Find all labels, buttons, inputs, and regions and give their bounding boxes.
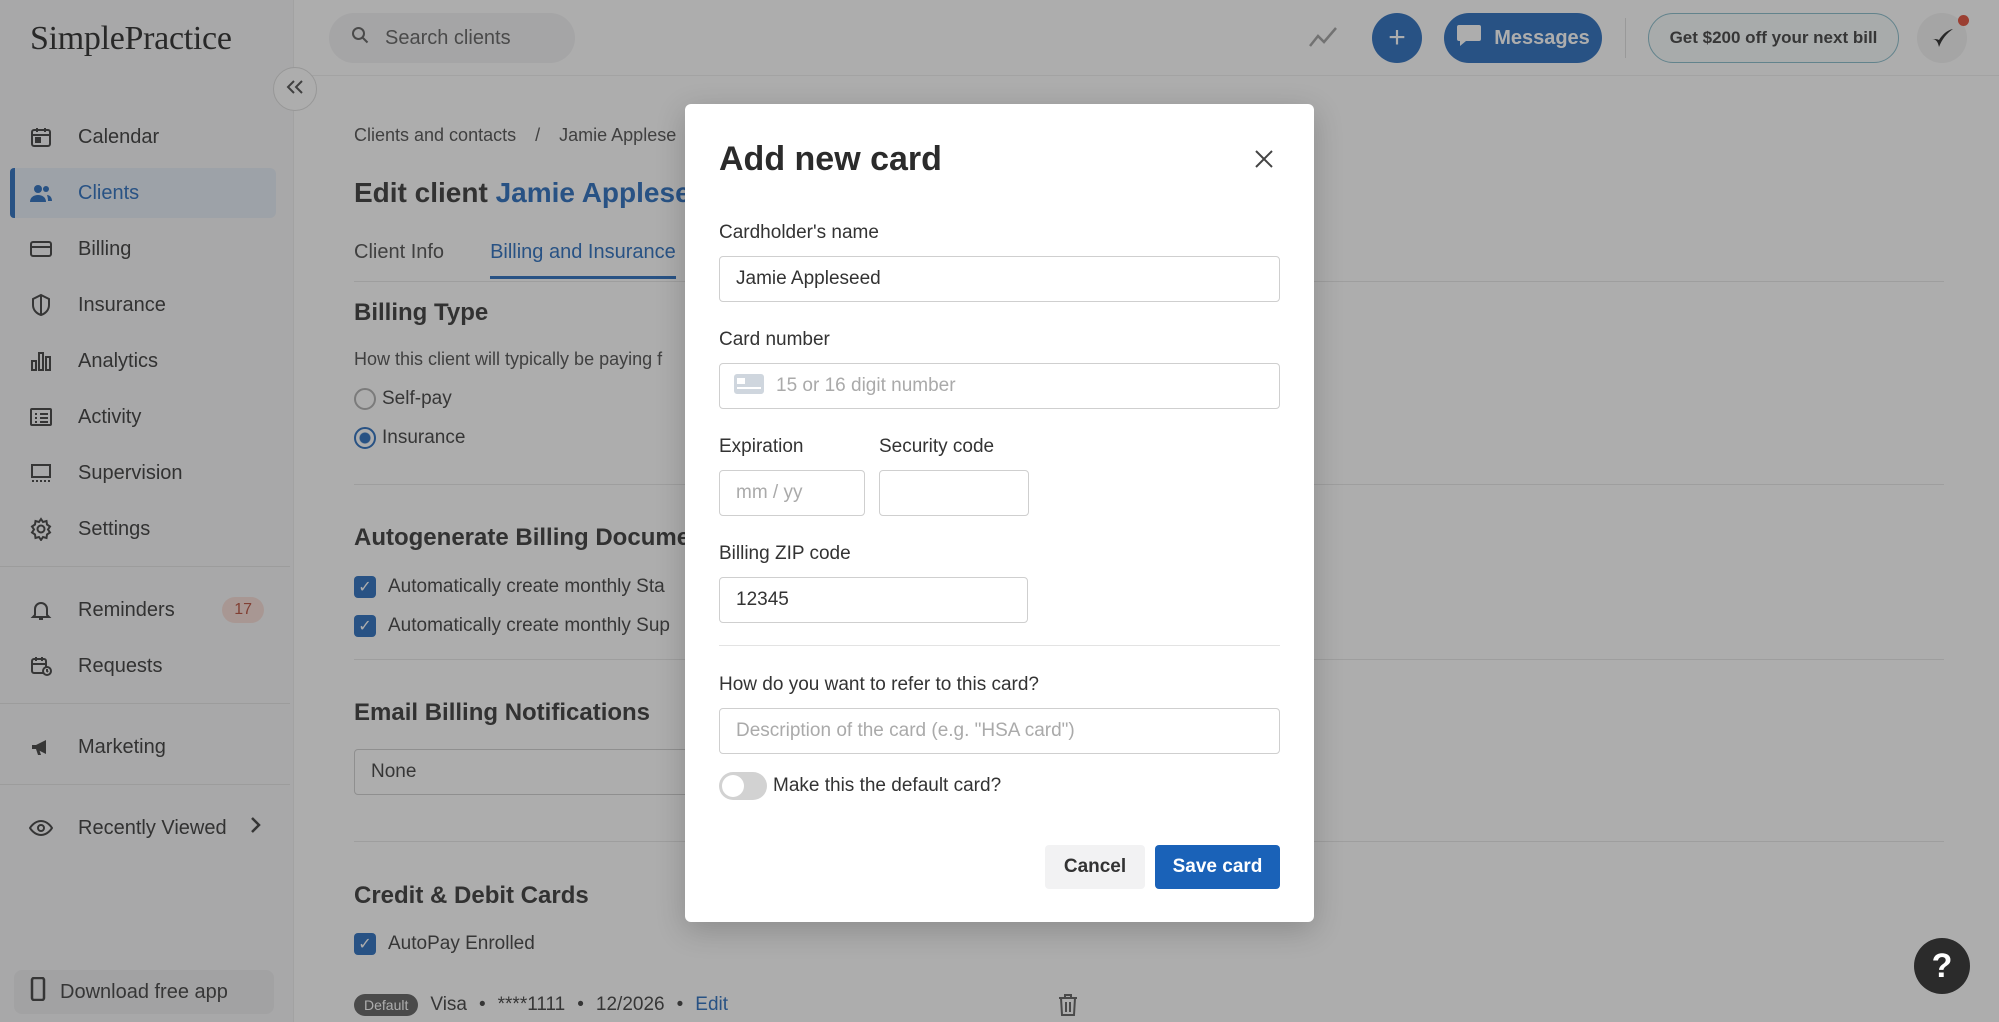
cardholder-name-label: Cardholder's name (719, 222, 879, 243)
default-card-toggle-label: Make this the default card? (773, 775, 1002, 796)
question-icon: ? (1931, 946, 1953, 985)
default-card-toggle-row: Make this the default card? (719, 772, 1001, 800)
expiration-input[interactable] (719, 470, 865, 516)
help-button[interactable]: ? (1914, 938, 1970, 994)
card-icon (734, 373, 764, 399)
security-code-label: Security code (879, 436, 995, 457)
close-icon[interactable] (1253, 148, 1275, 175)
modal-divider (719, 645, 1280, 646)
card-number-input[interactable] (776, 375, 1256, 397)
card-number-label: Card number (719, 329, 830, 350)
add-card-modal: Add new card Cardholder's name Card numb… (685, 104, 1314, 922)
expiration-label: Expiration (719, 436, 804, 457)
security-code-input[interactable] (879, 470, 1029, 516)
modal-title: Add new card (719, 140, 942, 178)
toggle-knob (722, 775, 744, 797)
card-description-label: How do you want to refer to this card? (719, 674, 1039, 695)
cancel-button[interactable]: Cancel (1045, 845, 1145, 889)
billing-zip-input[interactable] (719, 577, 1028, 623)
default-card-toggle[interactable] (719, 772, 767, 800)
cardholder-name-input[interactable] (719, 256, 1280, 302)
card-description-input[interactable] (719, 708, 1280, 754)
save-card-button[interactable]: Save card (1155, 845, 1280, 889)
card-number-field[interactable] (719, 363, 1280, 409)
billing-zip-label: Billing ZIP code (719, 543, 851, 564)
